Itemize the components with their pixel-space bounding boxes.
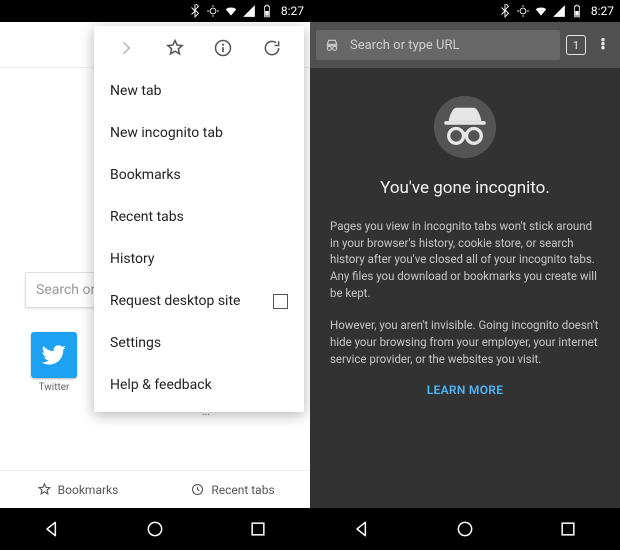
learn-more-link[interactable]: LEARN MORE xyxy=(330,383,600,397)
status-clock: 8:27 xyxy=(281,4,304,18)
home-nav-icon[interactable] xyxy=(455,519,475,539)
wifi-icon xyxy=(534,4,548,18)
incognito-large-icon xyxy=(330,90,600,164)
menu-item-settings[interactable]: Settings xyxy=(94,322,304,364)
menu-item-bookmarks[interactable]: Bookmarks xyxy=(94,154,304,196)
overflow-menu-button[interactable]: ••• xyxy=(592,39,614,51)
shortcut-label: Twitter xyxy=(39,382,70,395)
ntp-bottom-links: Bookmarks Recent tabs xyxy=(0,470,310,508)
clock-icon xyxy=(190,482,205,497)
recent-tabs-label: Recent tabs xyxy=(211,483,274,497)
tab-switcher[interactable]: 1 xyxy=(566,35,586,55)
star-icon[interactable] xyxy=(165,38,185,58)
incognito-title: You've gone incognito. xyxy=(330,178,600,198)
url-placeholder: Search or type URL xyxy=(350,38,459,53)
recent-tabs-link[interactable]: Recent tabs xyxy=(155,471,310,508)
back-nav-icon[interactable] xyxy=(352,519,372,539)
android-nav-bar xyxy=(310,508,620,550)
incognito-small-icon xyxy=(324,37,340,53)
cell-signal-icon xyxy=(242,4,256,18)
locate-icon xyxy=(206,4,220,18)
incognito-paragraph-1: Pages you view in incognito tabs won't s… xyxy=(330,218,600,301)
menu-item-recent-tabs[interactable]: Recent tabs xyxy=(94,196,304,238)
menu-item-help[interactable]: Help & feedback xyxy=(94,364,304,406)
omnibox-incognito: Search or type URL 1 ••• xyxy=(310,22,620,68)
incognito-paragraph-2: However, you aren't invisible. Going inc… xyxy=(330,317,600,367)
recents-nav-icon[interactable] xyxy=(248,519,268,539)
back-nav-icon[interactable] xyxy=(42,519,62,539)
twitter-icon xyxy=(41,342,67,368)
forward-icon[interactable] xyxy=(116,38,136,58)
menu-item-history[interactable]: History xyxy=(94,238,304,280)
bookmarks-link[interactable]: Bookmarks xyxy=(0,471,155,508)
status-bar: 8:27 xyxy=(0,0,310,22)
desktop-site-checkbox[interactable] xyxy=(273,294,288,309)
bookmarks-label: Bookmarks xyxy=(58,483,119,497)
cell-signal-icon xyxy=(552,4,566,18)
recents-nav-icon[interactable] xyxy=(558,519,578,539)
overflow-menu: New tab New incognito tab Bookmarks Rece… xyxy=(94,26,304,412)
status-bar: 8:27 xyxy=(310,0,620,22)
bluetooth-icon xyxy=(498,4,512,18)
menu-item-new-tab[interactable]: New tab xyxy=(94,70,304,112)
locate-icon xyxy=(516,4,530,18)
phone-right-incognito: 8:27 Search or type URL 1 ••• xyxy=(310,0,620,550)
battery-icon xyxy=(260,4,274,18)
bluetooth-icon xyxy=(188,4,202,18)
info-icon[interactable] xyxy=(213,38,233,58)
battery-icon xyxy=(570,4,584,18)
menu-item-request-desktop[interactable]: Request desktop site xyxy=(94,280,304,322)
home-nav-icon[interactable] xyxy=(145,519,165,539)
url-field[interactable]: Search or type URL xyxy=(316,30,560,60)
status-clock: 8:27 xyxy=(591,4,614,18)
star-icon xyxy=(37,482,52,497)
phone-left-chrome-menu: 8:27 Search or type URL Twitter T xyxy=(0,0,310,550)
shortcut-twitter[interactable]: Twitter xyxy=(25,332,83,420)
refresh-icon[interactable] xyxy=(262,38,282,58)
menu-item-new-incognito[interactable]: New incognito tab xyxy=(94,112,304,154)
android-nav-bar xyxy=(0,508,310,550)
wifi-icon xyxy=(224,4,238,18)
